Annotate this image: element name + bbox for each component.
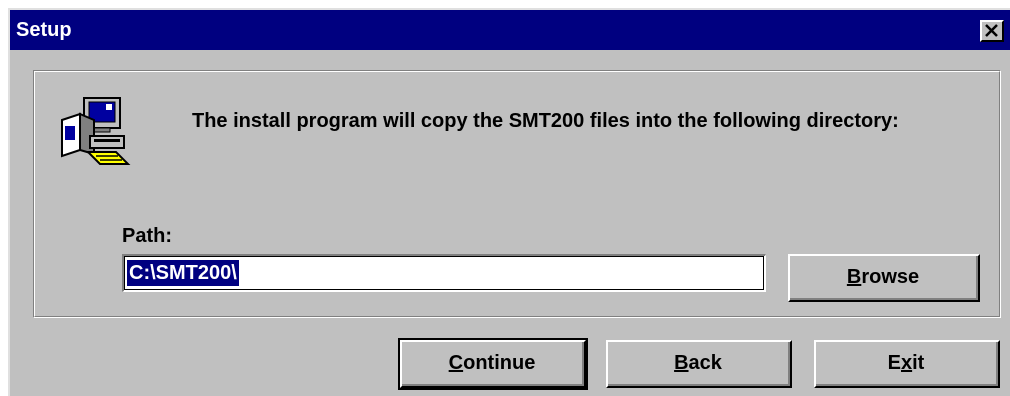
- close-icon: [985, 24, 998, 37]
- back-button-label: Back: [674, 351, 722, 374]
- title-bar[interactable]: Setup: [10, 10, 1010, 50]
- exit-button-label: Exit: [887, 351, 925, 374]
- close-button[interactable]: [980, 20, 1004, 42]
- continue-button[interactable]: Continue: [398, 338, 588, 390]
- browse-button-label: Browse: [846, 265, 920, 288]
- path-input[interactable]: C:\SMT200\: [122, 254, 766, 292]
- back-button[interactable]: Back: [606, 340, 792, 388]
- setup-computer-icon: [61, 97, 131, 165]
- setup-dialog: Setup The install program will copy the …: [8, 8, 1010, 396]
- exit-button[interactable]: Exit: [814, 340, 1000, 388]
- path-label: Path:: [122, 225, 172, 247]
- path-value: C:\SMT200\: [127, 260, 239, 286]
- window-title: Setup: [16, 19, 72, 41]
- install-message: The install program will copy the SMT200…: [192, 110, 899, 132]
- browse-button[interactable]: Browse: [788, 254, 980, 302]
- continue-button-label: Continue: [448, 351, 536, 374]
